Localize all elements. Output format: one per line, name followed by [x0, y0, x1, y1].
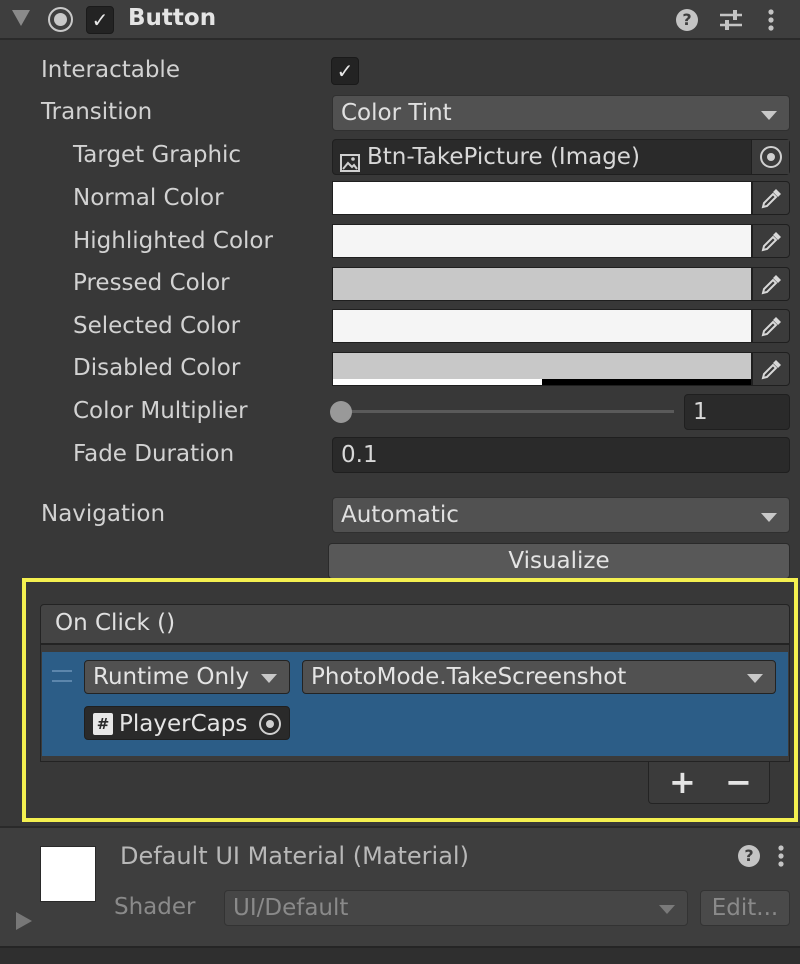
navigation-label: Navigation — [41, 501, 166, 527]
target-icon[interactable] — [259, 713, 281, 735]
transition-label: Transition — [41, 99, 153, 125]
target-icon — [760, 146, 782, 168]
component-enabled-checkbox[interactable]: ✓ — [86, 6, 114, 34]
highlighted-color-label: Highlighted Color — [73, 228, 273, 254]
target-graphic-value: Btn-TakePicture (Image) — [367, 144, 640, 170]
disabled-color-fill — [333, 353, 751, 379]
interactable-checkbox[interactable]: ✓ — [331, 57, 359, 85]
pressed-color-label: Pressed Color — [73, 270, 230, 296]
function-value: PhotoMode.TakeScreenshot — [311, 664, 627, 690]
shader-label: Shader — [114, 894, 196, 920]
play-icon[interactable] — [16, 912, 32, 930]
drag-handle-icon[interactable] — [52, 670, 72, 682]
component-title: Button — [128, 5, 217, 31]
chevron-down-icon — [761, 111, 777, 120]
disabled-color-label: Disabled Color — [73, 355, 241, 381]
color-multiplier-slider-track[interactable] — [340, 410, 674, 413]
fade-duration-label: Fade Duration — [73, 441, 235, 467]
function-dropdown[interactable]: PhotoMode.TakeScreenshot — [302, 660, 776, 694]
shader-dropdown[interactable]: UI/Default — [224, 890, 688, 926]
remove-listener-button[interactable]: − — [725, 762, 752, 802]
bottom-bar — [0, 946, 800, 964]
pressed-color-swatch[interactable] — [332, 267, 752, 301]
chevron-down-icon — [261, 674, 277, 683]
more-vert-icon[interactable] — [776, 844, 786, 872]
runtime-only-dropdown[interactable]: Runtime Only — [84, 660, 290, 694]
foldout-arrow-icon[interactable] — [12, 10, 30, 26]
chevron-down-icon — [747, 674, 763, 683]
transition-value: Color Tint — [341, 100, 452, 126]
chevron-down-icon — [659, 905, 675, 914]
target-graphic-label: Target Graphic — [73, 142, 242, 168]
add-remove-footer: + − — [648, 762, 770, 804]
interactable-label: Interactable — [41, 57, 180, 83]
edit-shader-button[interactable]: Edit... — [700, 890, 790, 926]
help-icon[interactable]: ? — [738, 845, 760, 867]
normal-color-swatch[interactable] — [332, 181, 752, 215]
navigation-value: Automatic — [341, 502, 459, 528]
settings-sliders-icon[interactable] — [718, 8, 744, 36]
runtime-only-value: Runtime Only — [93, 664, 250, 690]
more-vert-icon[interactable] — [766, 8, 776, 37]
color-multiplier-input[interactable]: 1 — [684, 394, 790, 430]
visualize-button[interactable]: Visualize — [328, 543, 790, 579]
radio-icon — [48, 7, 73, 32]
help-icon[interactable]: ? — [676, 9, 698, 31]
alpha-bar-fill — [333, 379, 542, 385]
script-hash-icon: # — [93, 713, 113, 735]
color-multiplier-slider-thumb[interactable] — [330, 401, 352, 423]
eyedropper-icon[interactable] — [752, 181, 790, 215]
on-click-header-label: On Click () — [55, 610, 176, 636]
material-title: Default UI Material (Material) — [120, 842, 469, 870]
eyedropper-icon[interactable] — [752, 224, 790, 258]
target-graphic-field[interactable]: Btn-TakePicture (Image) — [332, 139, 790, 175]
navigation-dropdown[interactable]: Automatic — [332, 497, 790, 533]
transition-dropdown[interactable]: Color Tint — [332, 95, 790, 131]
eyedropper-icon[interactable] — [752, 309, 790, 343]
highlighted-color-swatch[interactable] — [332, 224, 752, 258]
add-listener-button[interactable]: + — [669, 762, 696, 802]
selected-color-swatch[interactable] — [332, 309, 752, 343]
material-preview — [40, 846, 96, 902]
selected-color-label: Selected Color — [73, 313, 241, 339]
image-icon — [340, 148, 360, 182]
normal-color-label: Normal Color — [73, 185, 224, 211]
disabled-color-swatch[interactable] — [332, 352, 752, 386]
on-click-header: On Click () — [40, 604, 790, 644]
object-picker-button[interactable] — [751, 140, 789, 174]
object-field[interactable]: # PlayerCaps — [84, 706, 290, 740]
color-multiplier-label: Color Multiplier — [73, 398, 248, 424]
eyedropper-icon[interactable] — [752, 352, 790, 386]
eyedropper-icon[interactable] — [752, 267, 790, 301]
chevron-down-icon — [761, 513, 777, 522]
shader-value: UI/Default — [233, 895, 349, 921]
object-value: PlayerCaps — [119, 711, 248, 737]
fade-duration-input[interactable]: 0.1 — [332, 437, 790, 473]
